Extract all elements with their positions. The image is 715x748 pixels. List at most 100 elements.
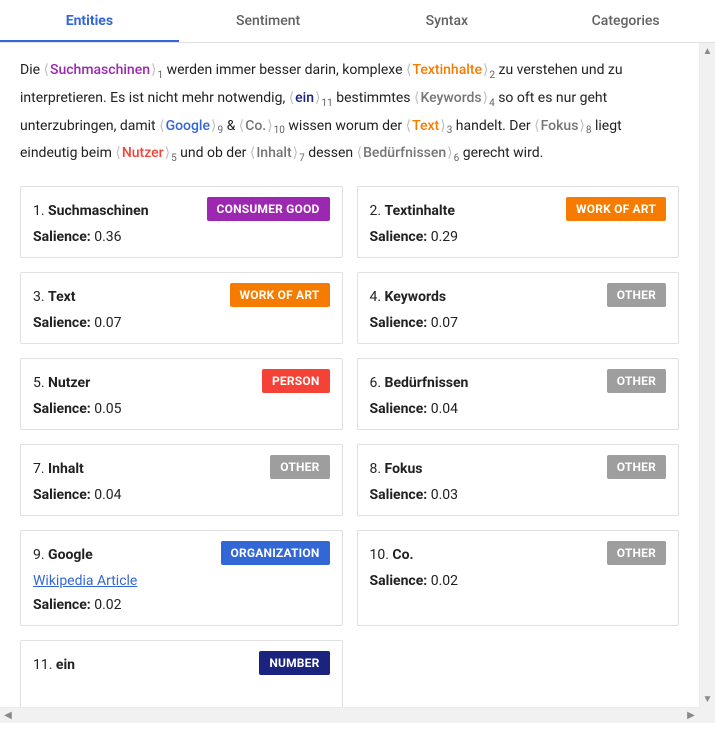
entity-card-header: 4. KeywordsOTHER — [370, 283, 667, 307]
tab-entities[interactable]: Entities — [0, 0, 179, 42]
entity-card-title: 4. Keywords — [370, 283, 447, 305]
salience-label: Salience: — [33, 597, 91, 613]
entity-card-name: Bedürfnissen — [385, 375, 469, 391]
entity-salience: Salience: 0.05 — [33, 401, 330, 417]
entity-card-index: 7. — [33, 461, 48, 477]
salience-label: Salience: — [370, 401, 428, 417]
entity-card: 11. einNUMBER — [20, 640, 343, 712]
entity-card-name: Fokus — [385, 461, 423, 477]
entity-card: 4. KeywordsOTHER Salience: 0.07 — [357, 272, 680, 344]
entity-card-index: 11. — [33, 657, 56, 673]
wikipedia-link[interactable]: Wikipedia Article — [33, 573, 137, 589]
vertical-scrollbar[interactable]: ▲ ▼ — [699, 43, 715, 707]
entity-card-header: 3. Text WORK OF ART — [33, 283, 330, 307]
entity-type-badge: OTHER — [607, 541, 666, 565]
entity-card-header: 6. Bedürfnissen OTHER — [370, 369, 667, 393]
tab-syntax[interactable]: Syntax — [358, 0, 537, 42]
scroll-down-icon[interactable]: ▼ — [700, 691, 715, 707]
entity-card-title: 9. Google — [33, 541, 93, 563]
tab-categories[interactable]: Categories — [536, 0, 715, 42]
entity-card-name: ein — [56, 657, 75, 673]
salience-value: 0.04 — [94, 487, 121, 503]
entity-card: 7. InhaltOTHERSalience: 0.04 — [20, 444, 343, 516]
salience-label: Salience: — [33, 229, 91, 245]
entity-type-badge: WORK OF ART — [566, 197, 666, 221]
salience-label: Salience: — [33, 401, 91, 417]
entity-type-badge: OTHER — [607, 455, 666, 479]
salience-value: 0.36 — [94, 229, 121, 245]
salience-value: 0.04 — [431, 401, 458, 417]
entity-type-badge: PERSON — [262, 369, 330, 393]
entity-mention-index: 2 — [489, 70, 495, 81]
entity-type-badge: ORGANIZATION — [221, 541, 330, 565]
entity-mention-label: Keywords — [420, 90, 481, 106]
entity-card-header: 9. Google ORGANIZATION — [33, 541, 330, 565]
entity-card-name: Keywords — [385, 289, 447, 305]
entity-type-badge: OTHER — [607, 369, 666, 393]
entity-card-header: 5. Nutzer PERSON — [33, 369, 330, 393]
salience-label: Salience: — [370, 573, 428, 589]
annotated-paragraph: Die Suchmaschinen1 werden immer besser d… — [20, 57, 679, 168]
entity-mention-label: Textinhalte — [412, 62, 482, 78]
entity-card-header: 8. Fokus OTHER — [370, 455, 667, 479]
entity-mention-index: 10 — [274, 125, 285, 136]
entity-card-index: 5. — [33, 375, 48, 391]
entity-mention-index: 9 — [217, 125, 223, 136]
salience-label: Salience: — [370, 487, 428, 503]
entity-mention-index: 7 — [299, 153, 305, 164]
salience-label: Salience: — [370, 229, 428, 245]
entity-salience: Salience: 0.36 — [33, 229, 330, 245]
entity-card-index: 8. — [370, 461, 385, 477]
entity-mention: Co. — [239, 118, 273, 134]
scroll-left-icon[interactable]: ◀ — [0, 708, 16, 723]
entity-card: 2. Textinhalte WORK OF ART Salience: 0.29 — [357, 186, 680, 258]
salience-value: 0.07 — [431, 315, 458, 331]
tab-sentiment[interactable]: Sentiment — [179, 0, 358, 42]
entity-card-title: 6. Bedürfnissen — [370, 369, 469, 391]
scroll-up-icon[interactable]: ▲ — [700, 43, 715, 59]
entity-mention-label: Co. — [245, 118, 266, 134]
entity-card-title: 5. Nutzer — [33, 369, 90, 391]
scrollbar-corner — [699, 707, 715, 723]
entity-type-badge: CONSUMER GOOD — [207, 197, 330, 221]
entity-cards-grid: 1. SuchmaschinenCONSUMER GOOD Salience: 0… — [20, 186, 679, 712]
entity-card-name: Nutzer — [48, 375, 90, 391]
content-scroll[interactable]: Die Suchmaschinen1 werden immer besser d… — [0, 43, 715, 723]
salience-value: 0.02 — [431, 573, 458, 589]
entity-mention-label: Fokus — [541, 118, 579, 134]
entity-card-index: 3. — [33, 289, 48, 305]
entity-mention-index: 6 — [454, 153, 460, 164]
salience-label: Salience: — [33, 315, 91, 331]
entity-mention: Google — [159, 118, 216, 134]
entity-mention-index: 1 — [157, 70, 163, 81]
entity-salience: Salience: 0.04 — [370, 401, 667, 417]
salience-value: 0.29 — [431, 229, 458, 245]
entity-card: 10. Co. OTHER Salience: 0.02 — [357, 530, 680, 626]
entity-card: 8. FokusOTHERSalience: 0.03 — [357, 444, 680, 516]
salience-label: Salience: — [33, 487, 91, 503]
entity-card-title: 2. Textinhalte — [370, 197, 455, 219]
entity-mention-index: 5 — [171, 153, 177, 164]
entity-card-index: 4. — [370, 289, 385, 305]
entity-card-header: 1. SuchmaschinenCONSUMER GOOD — [33, 197, 330, 221]
salience-value: 0.07 — [94, 315, 121, 331]
salience-label: Salience: — [370, 315, 428, 331]
entity-card: 3. Text WORK OF ART Salience: 0.07 — [20, 272, 343, 344]
entity-card-index: 2. — [370, 203, 385, 219]
entity-mention-label: Suchmaschinen — [50, 62, 150, 78]
entity-type-badge: WORK OF ART — [230, 283, 330, 307]
entity-mention: Text — [406, 118, 446, 134]
entity-card: 1. SuchmaschinenCONSUMER GOOD Salience: 0… — [20, 186, 343, 258]
tabs-bar: EntitiesSentimentSyntaxCategories — [0, 0, 715, 43]
scroll-right-icon[interactable]: ▶ — [683, 708, 699, 723]
entity-card-name: Inhalt — [48, 461, 84, 477]
entity-salience: Salience: 0.04 — [33, 487, 330, 503]
entity-card-index: 6. — [370, 375, 385, 391]
salience-value: 0.05 — [94, 401, 121, 417]
entity-card-name: Text — [48, 289, 75, 305]
entity-mention: Inhalt — [250, 145, 298, 161]
entity-mention: Textinhalte — [406, 62, 488, 78]
horizontal-scrollbar[interactable]: ◀ ▶ — [0, 707, 715, 723]
entity-mention: Nutzer — [115, 145, 170, 161]
entity-card-title: 10. Co. — [370, 541, 414, 563]
